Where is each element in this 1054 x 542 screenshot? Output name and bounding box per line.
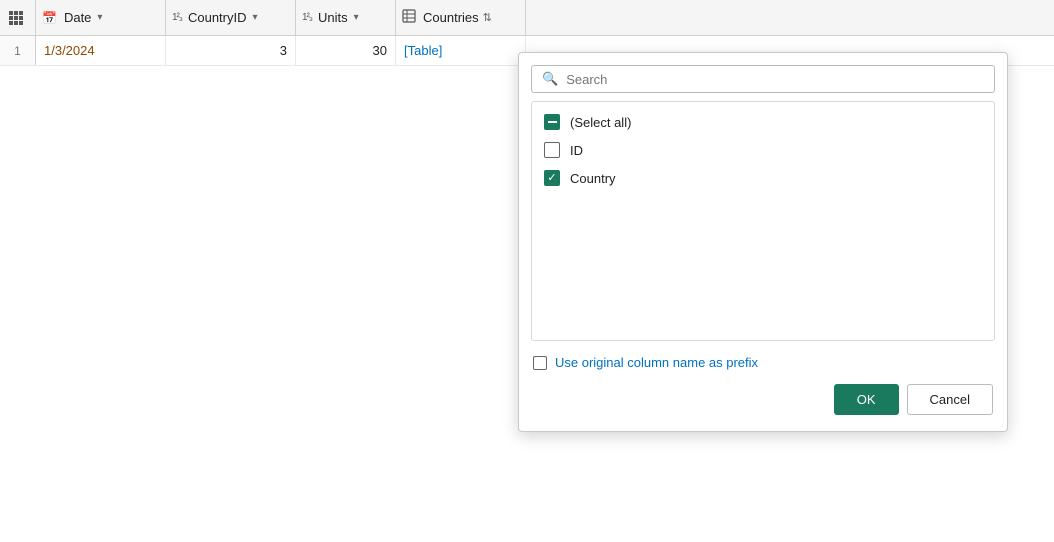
countries-value: [Table] [404, 43, 442, 58]
units-value: 30 [373, 43, 387, 58]
date-value: 1/3/2024 [44, 43, 95, 58]
table-header: 📅 Date ▾ 1²₃ CountryID ▾ 1²₃ Units ▾ [0, 0, 1054, 36]
date-cell: 1/3/2024 [36, 36, 166, 65]
search-input[interactable] [566, 72, 984, 87]
search-box[interactable]: 🔍 [531, 65, 995, 93]
grid-icon [9, 11, 23, 25]
checkbox-item-select-all[interactable]: (Select all) [532, 108, 994, 136]
countries-cell: [Table] [396, 36, 526, 65]
checkbox-id-label: ID [570, 143, 583, 158]
countryid-cell: 3 [166, 36, 296, 65]
col-header-date[interactable]: 📅 Date ▾ [36, 0, 166, 35]
checkbox-select-all-label: (Select all) [570, 115, 631, 130]
checkbox-id[interactable] [544, 142, 560, 158]
col-label-units: Units [318, 10, 348, 25]
num123-icon-countryid: 1²₃ [172, 12, 182, 23]
col-header-countryid[interactable]: 1²₃ CountryID ▾ [166, 0, 296, 35]
checkbox-item-id[interactable]: ID [532, 136, 994, 164]
checkbox-country-label: Country [570, 171, 616, 186]
prefix-checkbox[interactable] [533, 356, 547, 370]
prefix-label: Use original column name as prefix [555, 355, 758, 370]
btn-row: OK Cancel [519, 370, 1007, 415]
calendar-icon: 📅 [42, 11, 57, 25]
col-label-date: Date [64, 10, 91, 25]
col-header-units[interactable]: 1²₃ Units ▾ [296, 0, 396, 35]
col-label-countryid: CountryID [188, 10, 247, 25]
search-area: 🔍 [519, 53, 1007, 101]
checkbox-country[interactable] [544, 170, 560, 186]
countryid-dropdown-arrow[interactable]: ▾ [253, 12, 258, 23]
units-cell: 30 [296, 36, 396, 65]
table-container: 📅 Date ▾ 1²₃ CountryID ▾ 1²₃ Units ▾ [0, 0, 1054, 542]
checkbox-item-country[interactable]: Country [532, 164, 994, 192]
units-dropdown-arrow[interactable]: ▾ [354, 12, 359, 23]
row-num-header [0, 0, 36, 35]
table-icon-countries [402, 9, 416, 26]
checkbox-select-all[interactable] [544, 114, 560, 130]
col-label-countries: Countries [423, 10, 479, 25]
row-num-cell: 1 [0, 36, 36, 65]
num123-icon-units: 1²₃ [302, 12, 312, 23]
cancel-button[interactable]: Cancel [907, 384, 993, 415]
date-dropdown-arrow[interactable]: ▾ [97, 12, 102, 23]
prefix-row[interactable]: Use original column name as prefix [519, 341, 1007, 370]
countryid-value: 3 [280, 43, 287, 58]
countries-filter-icon[interactable]: ⇅ [483, 11, 492, 24]
column-checkbox-list: (Select all) ID Country [531, 101, 995, 341]
col-header-countries[interactable]: Countries ⇅ [396, 0, 526, 35]
search-icon: 🔍 [542, 71, 558, 87]
ok-button[interactable]: OK [834, 384, 899, 415]
expand-columns-dropdown: 🔍 (Select all) ID Country [518, 52, 1008, 432]
row-number: 1 [14, 44, 21, 58]
